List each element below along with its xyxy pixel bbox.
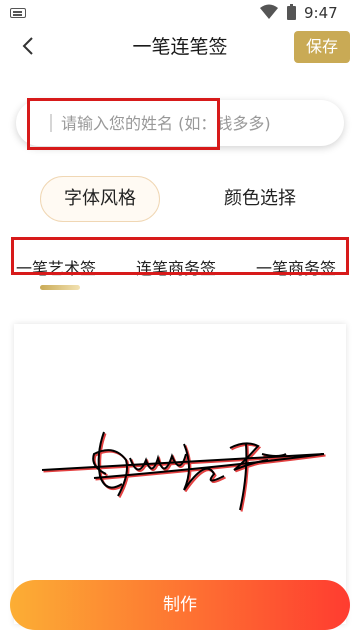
tab-font-style[interactable]: 字体风格 — [40, 176, 160, 222]
back-icon[interactable] — [16, 34, 40, 58]
tab-color-select[interactable]: 颜色选择 — [200, 176, 320, 222]
keyboard-icon — [10, 8, 26, 18]
make-button[interactable]: 制作 — [10, 580, 350, 630]
style-option-art-signature[interactable]: 一笔艺术签 — [16, 258, 96, 280]
signature-image — [41, 431, 326, 512]
style-option-one-stroke-business[interactable]: 一笔商务签 — [256, 258, 336, 280]
status-time: 9:47 — [304, 4, 338, 22]
style-option-cursive-business[interactable]: 连笔商务签 — [136, 258, 216, 280]
selected-style-indicator — [40, 285, 80, 290]
save-button[interactable]: 保存 — [294, 31, 350, 63]
battery-icon — [287, 4, 296, 20]
name-input-container — [16, 100, 344, 146]
signature-preview-card — [14, 324, 346, 624]
wifi-icon — [260, 4, 278, 19]
text-cursor — [50, 114, 52, 132]
status-bar: 9:47 — [0, 0, 360, 26]
name-input[interactable] — [61, 108, 331, 138]
